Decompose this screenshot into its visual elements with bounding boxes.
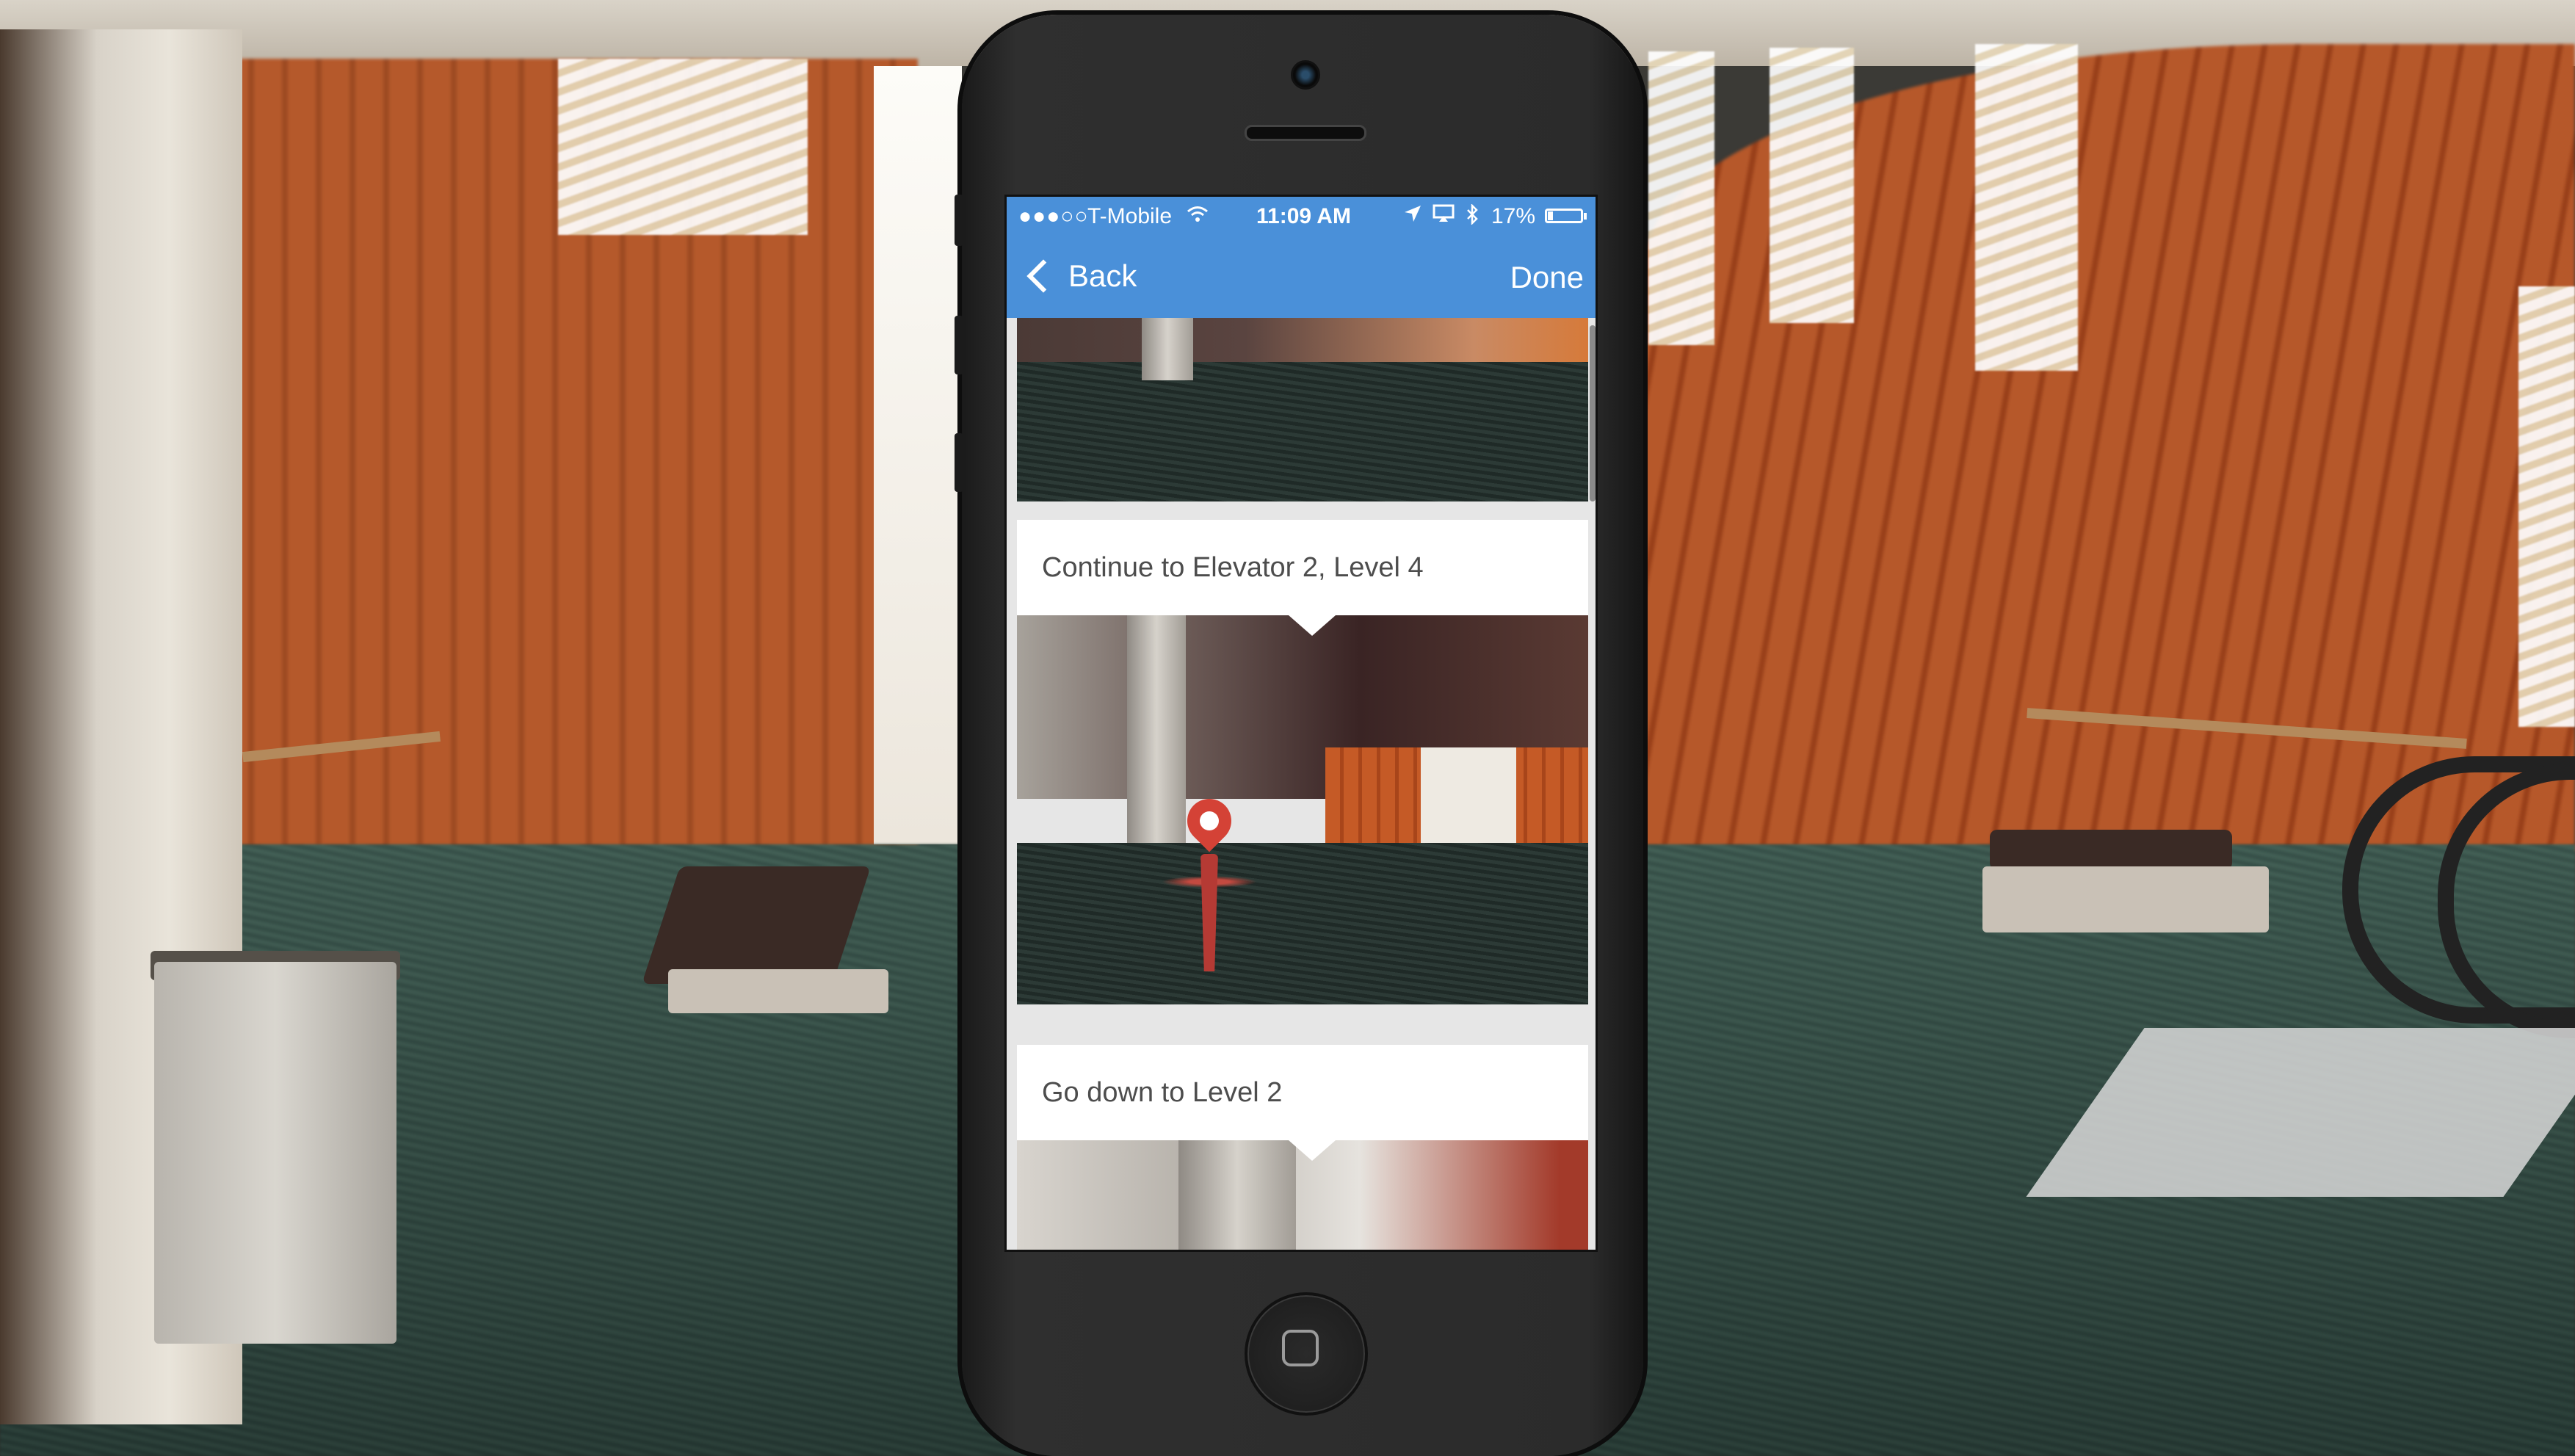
signal-strength-icon: ●●●○○ [1018,204,1089,228]
ceiling-light [2518,286,2575,727]
callout-arrow [1289,615,1336,636]
ceiling-light [1975,44,2078,371]
bench [1990,830,2232,870]
step-photo [1017,615,1588,1004]
done-button[interactable]: Done [1510,260,1584,295]
chevron-left-icon [1026,259,1060,293]
volume-down-button [955,433,963,492]
status-bar: ●●●○○ T-Mobile 11:09 AM 17% [1007,197,1596,233]
location-arrow-icon [1403,204,1422,229]
callout-arrow [1289,1140,1336,1161]
ceiling-light [1648,51,1714,345]
airplay-icon [1433,204,1455,229]
bluetooth-icon [1466,203,1479,231]
clock: 11:09 AM [1256,204,1351,228]
directions-list[interactable]: Continue to Elevator 2, Level 4 Go down … [1007,318,1596,1250]
direction-step[interactable]: Go down to Level 2 [1017,1045,1588,1161]
navigation-bar: Back Done [1007,233,1596,318]
direction-step[interactable]: Continue to Elevator 2, Level 4 [1017,520,1588,636]
back-button[interactable]: Back [1023,256,1137,297]
home-square-icon [1282,1330,1319,1366]
battery-icon [1545,209,1583,223]
window [874,66,962,844]
wifi-icon [1187,204,1209,229]
step-photo-previous [1017,318,1588,501]
battery-percentage: 17% [1491,204,1536,228]
earpiece-speaker [1245,125,1366,141]
step-instruction: Go down to Level 2 [1042,1077,1283,1108]
carrier-name: T-Mobile [1087,204,1173,228]
scrollbar[interactable] [1590,325,1596,501]
phone-screen: ●●●○○ T-Mobile 11:09 AM 17% Back Done Co… [1004,195,1598,1252]
volume-up-button [955,316,963,374]
trash-can [154,962,396,1344]
mute-switch [955,195,963,246]
front-camera [1291,60,1320,90]
step-instruction: Continue to Elevator 2, Level 4 [1042,552,1424,583]
back-label: Back [1068,258,1137,293]
bench [642,866,871,984]
ceiling-light [558,59,808,235]
battery-fill [1548,211,1553,220]
map-pin-icon [1162,789,1257,971]
ceiling-light [1770,48,1854,323]
